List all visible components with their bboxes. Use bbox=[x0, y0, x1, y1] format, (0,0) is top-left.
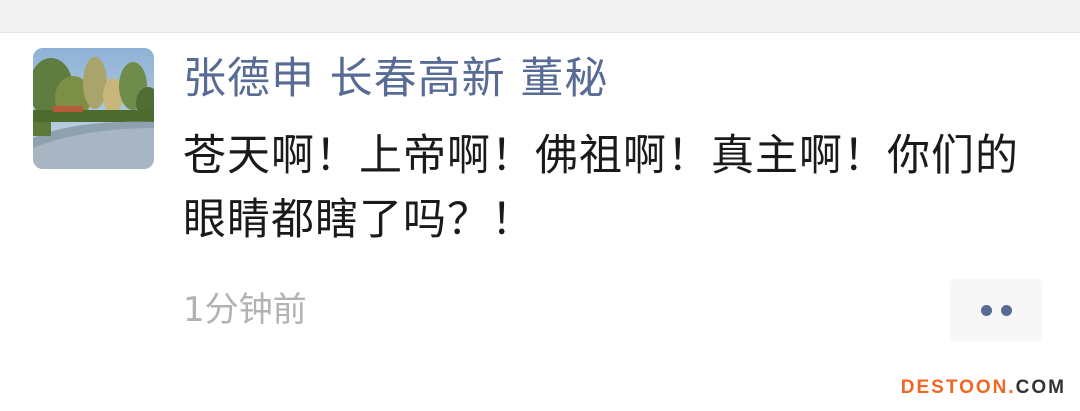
more-dots-icon bbox=[980, 304, 992, 316]
watermark: DESTOON.COM bbox=[901, 377, 1066, 399]
more-dots-icon bbox=[1000, 304, 1012, 316]
post-timestamp: 1分钟前 bbox=[183, 290, 307, 330]
post-text: 苍天啊！上帝啊！佛祖啊！真主啊！你们的眼睛都瞎了吗？！ bbox=[183, 131, 1019, 245]
author-name[interactable]: 张德申 长春高新 董秘 bbox=[183, 50, 608, 108]
avatar-landscape-image bbox=[33, 48, 154, 169]
watermark-brand: DESTOON bbox=[900, 377, 1009, 398]
watermark-dot: . bbox=[1008, 377, 1016, 398]
more-button[interactable] bbox=[950, 279, 1042, 341]
watermark-tld: COM bbox=[1015, 377, 1066, 398]
previous-item-strip bbox=[0, 0, 1080, 33]
avatar[interactable] bbox=[33, 48, 154, 169]
